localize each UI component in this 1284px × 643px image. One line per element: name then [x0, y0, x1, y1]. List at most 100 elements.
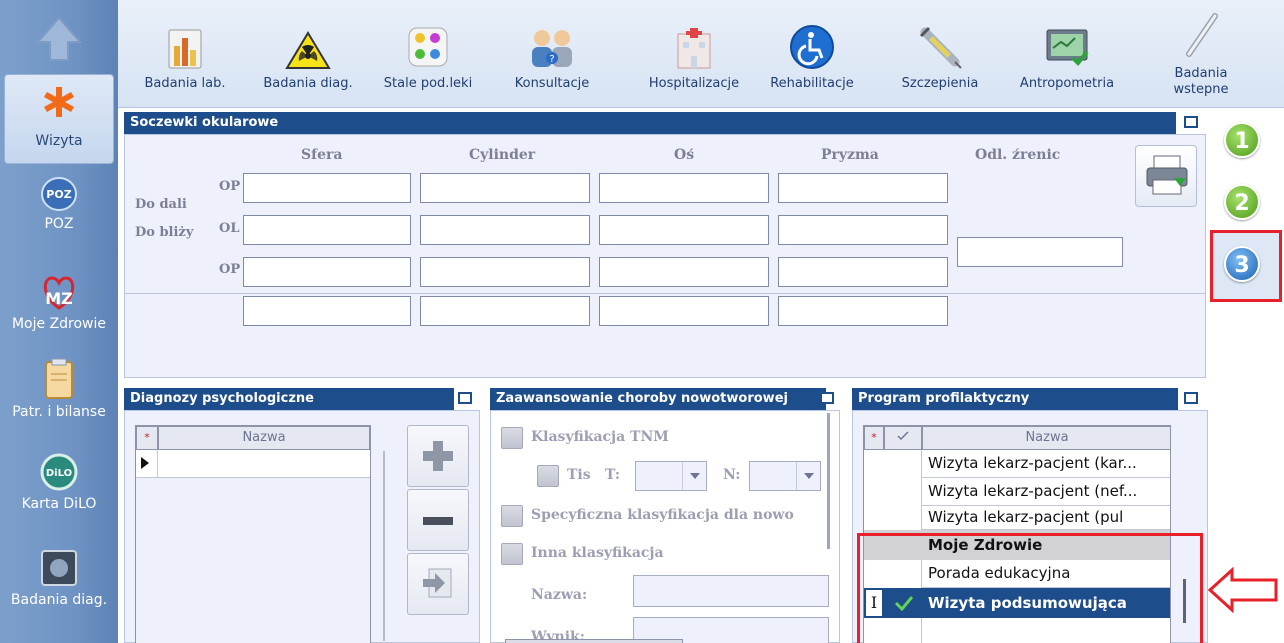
- far-ol-cylinder-input[interactable]: [420, 215, 590, 245]
- t-label: T:: [605, 467, 621, 483]
- near-op-sfera-input[interactable]: [243, 257, 411, 287]
- psych-maximize-button[interactable]: [458, 392, 472, 404]
- tnm-checkbox[interactable]: [501, 427, 523, 449]
- row-pointer-icon: [141, 457, 149, 469]
- toolbar-antropometria[interactable]: Antropometria: [1008, 6, 1126, 91]
- row-indicator: [136, 450, 158, 478]
- psych-star-col: *: [136, 426, 158, 450]
- far-op-sfera-input[interactable]: [243, 173, 411, 203]
- chevron-down-icon: [690, 473, 700, 479]
- other-classification-checkbox[interactable]: [501, 543, 523, 565]
- toolbar-konsultacje[interactable]: ? Konsultacje: [502, 6, 602, 91]
- far-ol-os-input[interactable]: [599, 215, 769, 245]
- psych-grid: * Nazwa: [135, 425, 371, 643]
- far-op-pryzma-input[interactable]: [778, 173, 948, 203]
- toolbar-hospitalizacje[interactable]: Hospitalizacje: [638, 6, 750, 91]
- toolbar-szczepienia[interactable]: Szczepienia: [892, 6, 988, 91]
- toolbar-badania-diag[interactable]: Badania diag.: [258, 6, 358, 91]
- sidebar-item-poz[interactable]: POZ POZ: [0, 176, 118, 246]
- near-ol-os-input[interactable]: [599, 296, 769, 326]
- t-select[interactable]: [635, 461, 707, 491]
- caduceus-star-icon: [44, 87, 74, 117]
- toolbar-stale-leki[interactable]: Stale pod.leki: [376, 6, 480, 91]
- far-ol-sfera-input[interactable]: [243, 215, 411, 245]
- far-ol-pryzma-input[interactable]: [778, 215, 948, 245]
- sidebar-item-label: POZ: [44, 216, 74, 232]
- col-sfera: Sfera: [301, 147, 343, 163]
- add-diagnosis-button[interactable]: [407, 425, 469, 487]
- hospital-icon: [677, 28, 711, 69]
- toolbar-label: Stale pod.leki: [383, 76, 473, 91]
- n-label: N:: [723, 467, 741, 483]
- module-sidebar: Wizyta POZ POZ MZ Moje Zdrowie Patr. i b…: [0, 0, 118, 643]
- cancer-scrollbar-thumb[interactable]: [827, 413, 830, 549]
- near-op-cylinder-input[interactable]: [420, 257, 590, 287]
- lenses-maximize-button[interactable]: [1184, 116, 1198, 128]
- near-op-pryzma-input[interactable]: [778, 257, 948, 287]
- near-ol-cylinder-input[interactable]: [420, 296, 590, 326]
- n-select[interactable]: [749, 461, 821, 491]
- n-dropdown-button[interactable]: [796, 462, 820, 490]
- toolbar-label-line2: wstepne: [1173, 82, 1229, 97]
- radiation-icon: [285, 31, 331, 69]
- program-panel: * Nazwa Wizyta lekarz-pacjent (kar... Wi…: [852, 410, 1208, 643]
- far-op-os-input[interactable]: [599, 173, 769, 203]
- sidebar-item-karta-dilo[interactable]: DiLO Karta DiLO: [0, 452, 118, 522]
- col-os: Oś: [674, 147, 695, 163]
- step-2-button[interactable]: 2: [1224, 184, 1260, 220]
- psych-panel-title: Diagnozy psychologiczne: [124, 388, 454, 410]
- step-1-button[interactable]: 1: [1224, 122, 1260, 158]
- step-3-button[interactable]: 3: [1224, 246, 1260, 282]
- near-op-os-input[interactable]: [599, 257, 769, 287]
- highlight-box: [857, 533, 1203, 643]
- program-row[interactable]: Wizyta lekarz-pacjent (kar...: [922, 450, 1170, 478]
- program-name-col[interactable]: Nazwa: [922, 426, 1170, 450]
- sidebar-item-badania-diag[interactable]: Badania diag.: [0, 548, 118, 618]
- far-op-cylinder-input[interactable]: [420, 173, 590, 203]
- print-button[interactable]: [1135, 145, 1197, 207]
- t-dropdown-button[interactable]: [682, 462, 706, 490]
- remove-diagnosis-button[interactable]: [407, 489, 469, 551]
- tis-checkbox[interactable]: [537, 465, 559, 487]
- svg-text:MZ: MZ: [45, 289, 73, 308]
- name-input[interactable]: [633, 575, 829, 607]
- col-cylinder: Cylinder: [469, 147, 536, 163]
- svg-text:DiLO: DiLO: [46, 468, 72, 479]
- psych-name-col[interactable]: Nazwa: [158, 426, 370, 450]
- cancer-panel-title: Zaawansowanie choroby nowotworowej: [490, 388, 826, 410]
- toolbar-label: Badania diag.: [263, 76, 353, 91]
- cancer-hscrollbar[interactable]: [505, 639, 683, 643]
- import-diagnosis-button[interactable]: [407, 553, 469, 615]
- group-do-dali: Do dali: [135, 197, 187, 212]
- program-maximize-button[interactable]: [1184, 392, 1198, 404]
- svg-text:POZ: POZ: [46, 188, 71, 201]
- near-ol-pryzma-input[interactable]: [778, 296, 948, 326]
- cancer-scrollbar[interactable]: [823, 413, 837, 551]
- odl-zrenic-input[interactable]: [957, 237, 1123, 267]
- cancer-maximize-button[interactable]: [820, 392, 834, 404]
- near-ol-sfera-input[interactable]: [243, 296, 411, 326]
- psych-panel: * Nazwa: [124, 410, 480, 643]
- sidebar-item-wizyta[interactable]: Wizyta: [4, 74, 114, 164]
- lab-chart-icon: [168, 29, 202, 69]
- import-icon: [423, 568, 452, 598]
- toolbar-label: Badania lab.: [144, 76, 226, 91]
- step-rail: 1 2 3: [1210, 108, 1284, 643]
- plus-icon: [423, 441, 453, 471]
- program-row[interactable]: Wizyta lekarz-pacjent (pul: [922, 506, 1170, 530]
- toolbar-badania-lab[interactable]: Badania lab.: [140, 6, 230, 91]
- psych-new-row[interactable]: [158, 450, 370, 478]
- toolbar-badania-wstepne[interactable]: Badania wstepne: [1158, 6, 1244, 98]
- program-row[interactable]: Wizyta lekarz-pacjent (nef...: [922, 478, 1170, 506]
- program-check-col: [884, 426, 922, 450]
- sidebar-item-patr-bilanse[interactable]: Patr. i bilanse: [0, 358, 118, 428]
- cancer-panel: Klasyfikacja TNM Tis T: N: Specyficzna k…: [490, 410, 840, 643]
- toolbar-rehabilitacje[interactable]: Rehabilitacje: [762, 6, 862, 91]
- program-star-col: *: [864, 426, 884, 450]
- pills-icon: [408, 27, 448, 67]
- sidebar-item-moje-zdrowie[interactable]: MZ Moje Zdrowie: [0, 272, 118, 342]
- specific-classification-checkbox[interactable]: [501, 505, 523, 527]
- row-ol-far: OL: [219, 221, 240, 236]
- psych-scrollbar[interactable]: [383, 451, 391, 641]
- scroll-up-button[interactable]: [0, 14, 118, 74]
